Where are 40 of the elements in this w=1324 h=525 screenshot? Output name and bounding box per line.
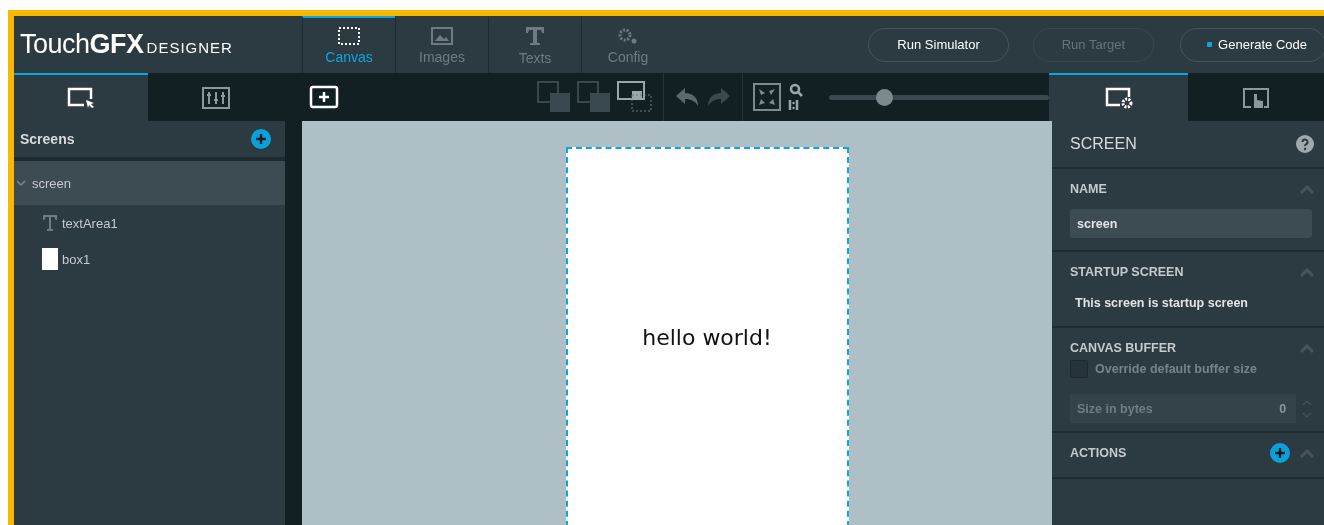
checkbox-label: Override default buffer size [1095,362,1257,376]
zoom-slider[interactable] [829,88,1049,106]
canvas-text[interactable]: hello world! [642,324,772,350]
section-title: CANVAS BUFFER [1070,341,1178,355]
chevron-icon[interactable] [16,179,26,187]
screen-pointer-icon [66,86,96,110]
screen-gear-icon [1103,86,1134,110]
name-field[interactable]: screen [1070,209,1312,238]
app-logo: TouchGFXDESIGNER [19,29,234,60]
startup-note: This screen is startup screen [1074,295,1249,312]
panel-title: Screens [20,131,75,147]
action-button[interactable]: Run Simulator [868,27,1009,62]
undo-icon[interactable] [674,86,700,108]
properties-tab[interactable] [1049,73,1188,121]
nav-tab[interactable]: Canvas [302,16,395,73]
add-widget-icon[interactable] [309,85,339,109]
action-button[interactable]: Generate Code [1180,27,1324,62]
tree-item[interactable]: textArea1 [14,205,285,241]
text-icon [524,25,546,46]
group-icon[interactable] [617,81,653,113]
help-icon[interactable] [1296,135,1314,153]
properties-title: SCREEN [1070,135,1137,153]
section-title: NAME [1070,182,1108,196]
gear-icon [617,26,639,45]
section-title: ACTIONS [1070,446,1128,460]
dashed-rectangle-icon [338,26,360,45]
box-icon [42,248,58,270]
tree-item[interactable]: box1 [14,241,285,277]
tree-item[interactable]: screen [14,161,285,205]
add-screen-icon[interactable] [251,129,271,149]
section-title: STARTUP SCREEN [1070,265,1185,279]
size-field[interactable]: Size in bytes 0 [1070,394,1297,423]
add-action-icon[interactable] [1270,443,1290,463]
zoom-actual-size-icon[interactable] [787,83,805,111]
touch-icon [1241,86,1271,110]
fit-screen-icon[interactable] [753,83,781,111]
screens-tab[interactable] [14,73,148,121]
image-icon [431,26,453,45]
text-icon [42,214,58,232]
sliders-icon [201,87,230,109]
